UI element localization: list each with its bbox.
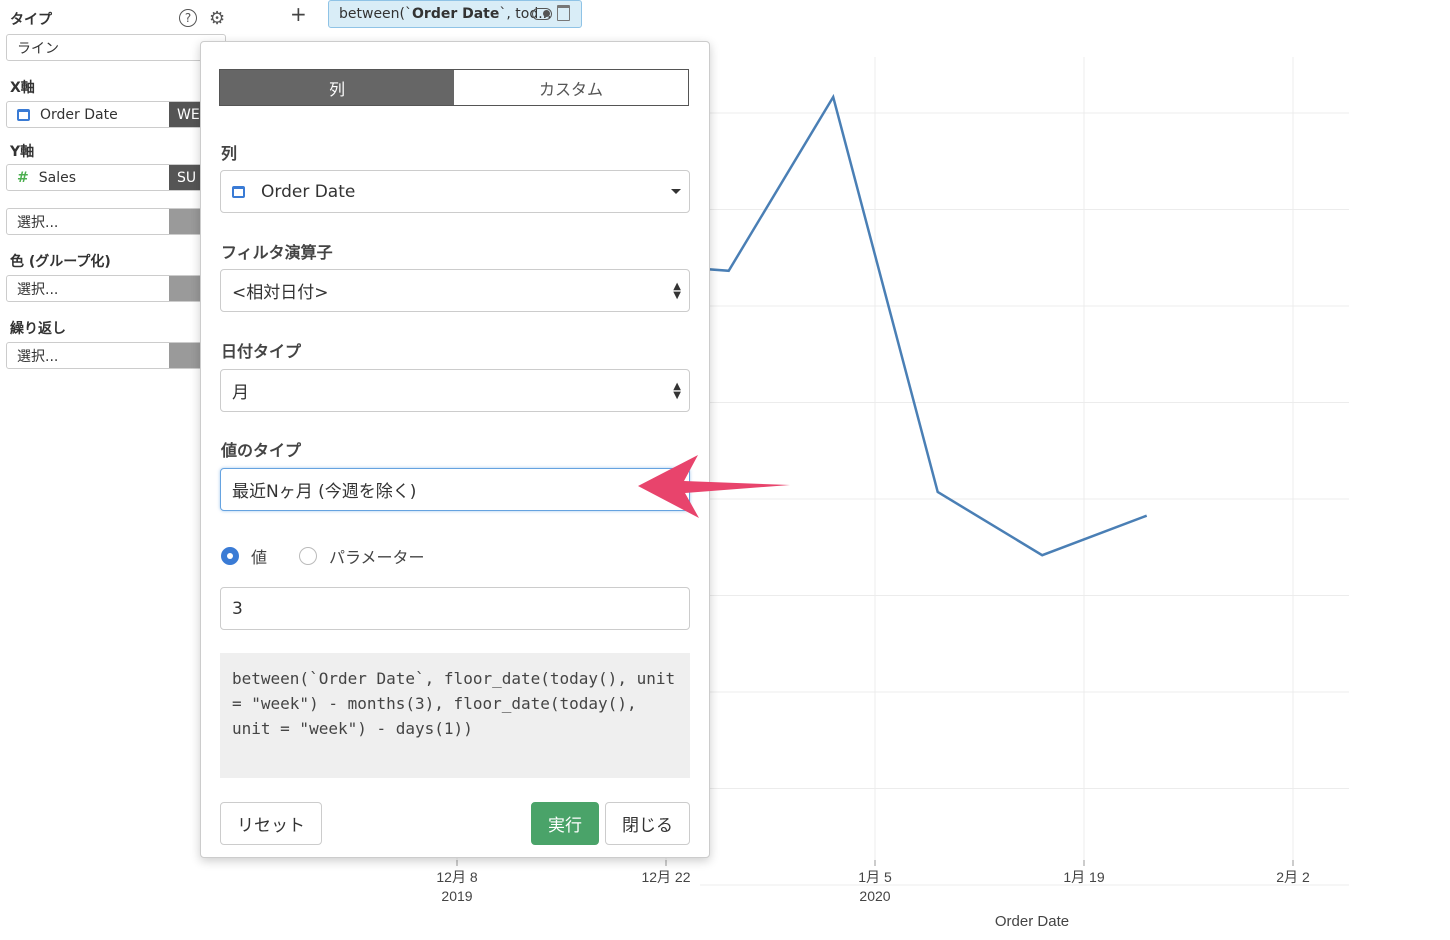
- x-tick-year: 2019: [441, 888, 472, 904]
- value-type-label: 値のタイプ: [221, 441, 302, 460]
- color-value: 選択...: [17, 281, 59, 298]
- y-axis-extra-value: 選択...: [17, 214, 59, 231]
- filter-mode-tabs: 列 カスタム: [219, 69, 689, 106]
- date-type-label: 日付タイプ: [221, 342, 302, 361]
- value-input-text: 3: [232, 598, 243, 619]
- help-icon[interactable]: ?: [179, 9, 197, 27]
- x-tick-label: 1月 19: [1063, 869, 1104, 885]
- calendar-icon: [232, 185, 245, 198]
- chart-type-value: ライン: [17, 40, 59, 57]
- column-select-value: Order Date: [261, 181, 356, 202]
- date-type-select[interactable]: 月 ▲ ▼: [220, 369, 690, 412]
- operator-label: フィルタ演算子: [221, 243, 333, 262]
- operator-select[interactable]: <相対日付> ▲ ▼: [220, 269, 690, 312]
- filter-chip-column: Order Date: [412, 6, 500, 22]
- y-axis-extra-select[interactable]: 選択...: [6, 208, 226, 235]
- value-type-select-value: 最近Nヶ月 (今週を除く): [232, 482, 417, 502]
- filter-chip-prefix: between(`: [339, 6, 413, 22]
- x-tick-label: 12月 22: [641, 869, 690, 885]
- type-label: タイプ: [10, 12, 52, 28]
- hash-icon: #: [17, 169, 29, 186]
- y-axis-label: Y軸: [10, 144, 35, 160]
- reset-button[interactable]: リセット: [220, 802, 322, 845]
- operator-select-value: <相対日付>: [232, 283, 329, 303]
- color-label: 色 (グループ化): [10, 254, 111, 270]
- radio-parameter-label: パラメーター: [329, 548, 425, 567]
- chevron-down-icon: [671, 189, 681, 194]
- chart-type-select[interactable]: ライン: [6, 34, 226, 61]
- repeat-label: 繰り返し: [10, 321, 66, 337]
- close-button[interactable]: 閉じる: [605, 802, 690, 845]
- radio-parameter[interactable]: [299, 547, 318, 565]
- color-select[interactable]: 選択...: [6, 275, 226, 302]
- value-input[interactable]: 3: [220, 587, 690, 630]
- x-tick-label: 12月 8: [436, 869, 477, 885]
- radio-value-label: 値: [251, 548, 268, 567]
- value-source-radios: 値 パラメーター: [221, 544, 425, 568]
- radio-value[interactable]: [221, 547, 239, 565]
- filter-popover: 列 カスタム 列 Order Date フィルタ演算子 <相対日付> ▲ ▼ 日付…: [200, 41, 710, 858]
- date-type-select-value: 月: [232, 383, 249, 403]
- gear-icon[interactable]: ⚙: [209, 8, 225, 29]
- x-axis-label: X軸: [10, 80, 35, 96]
- x-tick-year: 2020: [859, 888, 890, 904]
- repeat-select[interactable]: 選択...: [6, 342, 226, 369]
- x-tick-label: 2月 2: [1276, 869, 1310, 885]
- repeat-value: 選択...: [17, 348, 59, 365]
- y-axis-field[interactable]: # Sales SU: [6, 164, 226, 191]
- tab-column[interactable]: 列: [220, 70, 454, 105]
- y-axis-value: Sales: [38, 169, 76, 186]
- x-axis-field[interactable]: Order Date WE: [6, 101, 226, 128]
- trash-icon[interactable]: [557, 5, 570, 21]
- toggle-icon[interactable]: [532, 8, 552, 20]
- column-label: 列: [221, 144, 238, 163]
- x-axis-value: Order Date: [40, 106, 118, 123]
- x-axis-ticks: 12月 8 2019 12月 22 1月 5 2020 1月 19 2月 2: [436, 860, 1310, 904]
- updown-icon: ▲ ▼: [673, 381, 681, 401]
- calendar-icon: [17, 108, 30, 121]
- filter-chip[interactable]: between(` Order Date `, tod...: [328, 0, 582, 28]
- value-type-select[interactable]: 最近Nヶ月 (今週を除く): [220, 468, 690, 511]
- x-axis-title: Order Date: [995, 913, 1069, 930]
- run-button[interactable]: 実行: [531, 802, 599, 845]
- expression-preview: between(`Order Date`, floor_date(today()…: [220, 653, 690, 778]
- add-filter-icon[interactable]: +: [290, 2, 307, 26]
- tab-custom[interactable]: カスタム: [454, 70, 688, 105]
- column-select[interactable]: Order Date: [220, 170, 690, 213]
- updown-icon: ▲ ▼: [673, 281, 681, 301]
- x-tick-label: 1月 5: [858, 869, 892, 885]
